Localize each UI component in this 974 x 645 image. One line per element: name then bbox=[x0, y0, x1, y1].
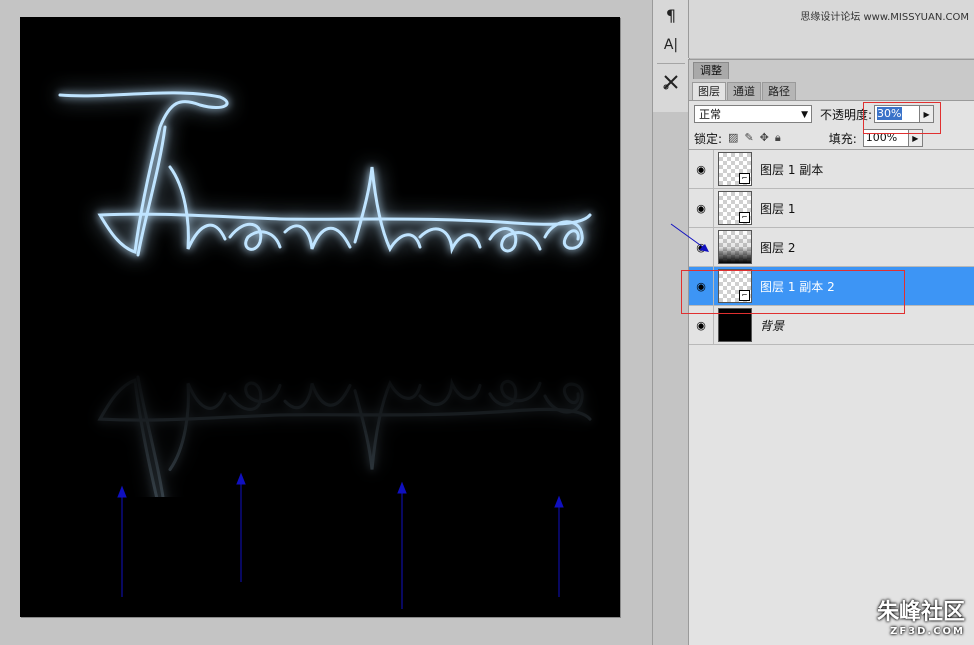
logo-text: 朱峰社区 bbox=[876, 600, 965, 625]
tab-layers[interactable]: 图层 bbox=[692, 82, 726, 100]
layer-row[interactable]: ◉ ⌐ 图层 1 bbox=[689, 189, 974, 228]
blend-mode-value: 正常 bbox=[699, 108, 721, 121]
lock-pixels-brush-icon[interactable]: ✎ bbox=[744, 131, 753, 145]
chevron-down-icon: ▼ bbox=[801, 110, 808, 120]
annotation-arrows bbox=[117, 472, 564, 609]
highlight-box bbox=[863, 102, 941, 134]
paragraph-icon[interactable]: ¶ bbox=[653, 0, 689, 30]
layer-thumbnail: ⌐ bbox=[718, 191, 752, 225]
layer-name: 图层 2 bbox=[760, 240, 796, 255]
layer-thumbnail: ⌐ bbox=[718, 152, 752, 186]
lock-position-move-icon[interactable]: ✥ bbox=[760, 131, 769, 145]
top-info-strip: 思缘设计论坛 www.MISSYUAN.COM bbox=[688, 0, 974, 58]
logo-subtext: ZF3D.COM bbox=[890, 626, 965, 637]
panel-gutter bbox=[652, 112, 689, 645]
layer-name: 图层 1 副本 bbox=[760, 162, 824, 177]
layer-row[interactable]: ◉ 图层 2 bbox=[689, 228, 974, 267]
canvas-area bbox=[0, 0, 652, 645]
adjustments-panel-header: 调整 bbox=[688, 59, 974, 80]
site-logo: 朱峰社区 ZF3D.COM bbox=[877, 594, 965, 637]
layer-name: 图层 1 bbox=[760, 201, 796, 216]
lock-transparency-icon[interactable]: ▨ bbox=[728, 131, 738, 145]
panel-tabs: 图层 通道 路径 bbox=[689, 80, 974, 101]
smart-object-icon: ⌐ bbox=[739, 212, 750, 223]
layer-name: 背景 bbox=[760, 318, 785, 333]
fill-label: 填充: bbox=[828, 131, 857, 146]
lock-label: 锁定: bbox=[694, 131, 723, 146]
smart-object-icon: ⌐ bbox=[739, 173, 750, 184]
tab-channels[interactable]: 通道 bbox=[727, 82, 761, 100]
document-canvas[interactable] bbox=[20, 17, 620, 617]
panel-dock-strip: ¶ A| bbox=[652, 0, 690, 113]
tool-presets-icon[interactable] bbox=[653, 67, 689, 97]
blend-mode-select[interactable]: 正常 ▼ bbox=[694, 105, 812, 123]
character-icon[interactable]: A| bbox=[653, 30, 689, 60]
watermark-text: 思缘设计论坛 www.MISSYUAN.COM bbox=[800, 12, 969, 23]
annotation-arrow bbox=[670, 223, 709, 252]
visibility-eye-icon[interactable]: ◉ bbox=[689, 150, 714, 188]
highlight-box bbox=[681, 270, 905, 314]
layers-panel: 图层 通道 路径 正常 ▼ 不透明度: 30% ▶ 锁定: ▨ ✎ ✥ 🔒︎ 填… bbox=[670, 80, 974, 645]
tab-adjustments[interactable]: 调整 bbox=[693, 62, 729, 79]
blend-options-row: 正常 ▼ 不透明度: 30% ▶ bbox=[689, 101, 974, 134]
tab-paths[interactable]: 路径 bbox=[762, 82, 796, 100]
layer-row[interactable]: ◉ ⌐ 图层 1 副本 bbox=[689, 150, 974, 189]
layer-list: ◉ ⌐ 图层 1 副本 ◉ ⌐ 图层 1 ◉ 图层 2 ◉ ⌐ 图层 1 副本 … bbox=[689, 150, 974, 345]
lock-all-padlock-icon[interactable]: 🔒︎ bbox=[775, 131, 781, 145]
neon-artwork bbox=[20, 91, 620, 609]
